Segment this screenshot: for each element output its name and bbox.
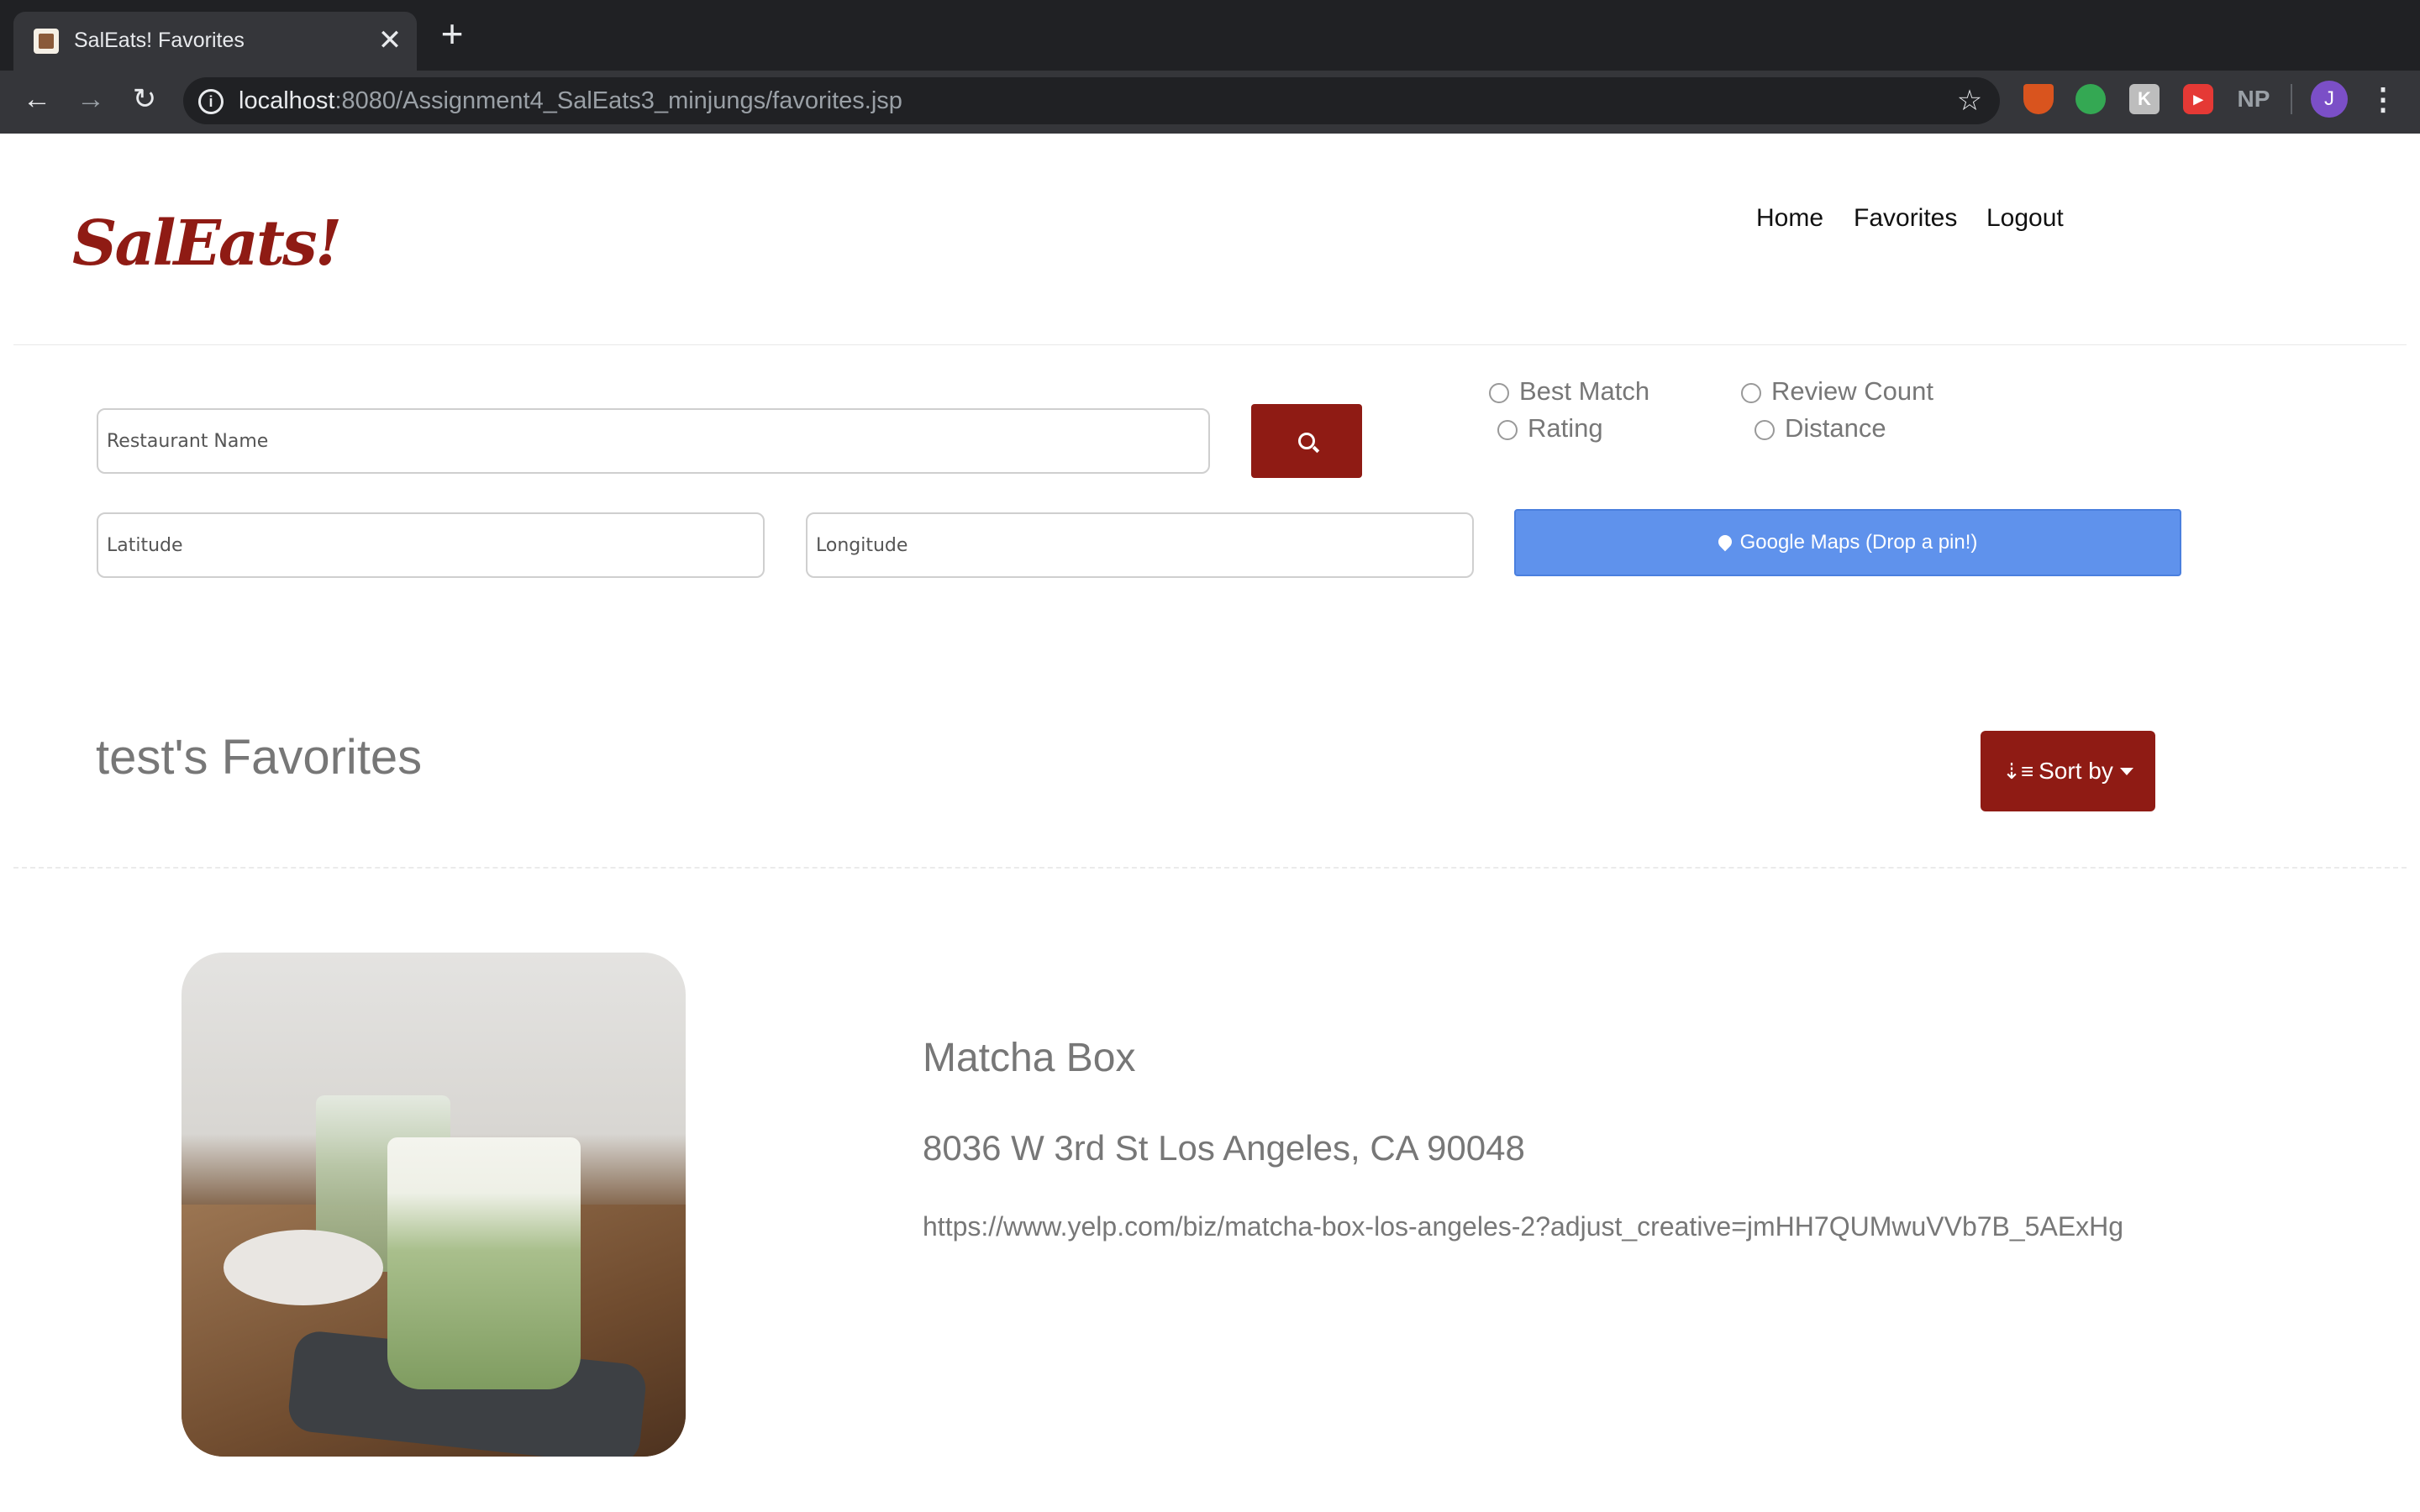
search-button[interactable] (1251, 404, 1362, 478)
k-extension-icon[interactable]: K (2129, 84, 2160, 114)
radio-label: Best Match (1519, 376, 1650, 406)
back-arrow-icon[interactable]: ← (18, 81, 55, 118)
map-pin-icon (1715, 532, 1734, 552)
sort-option-best-match[interactable]: Best Match (1489, 375, 1649, 408)
nav-favorites-link[interactable]: Favorites (1854, 202, 1957, 235)
close-tab-icon[interactable]: ✕ (375, 25, 405, 55)
radio-circle-icon[interactable] (1741, 383, 1761, 403)
google-maps-button[interactable]: Google Maps (Drop a pin!) (1514, 509, 2181, 576)
tab-title: SalEats! Favorites (74, 29, 245, 52)
sort-option-rating[interactable]: Rating (1497, 412, 1603, 445)
reload-icon[interactable]: ↻ (126, 81, 163, 118)
radio-label: Distance (1785, 413, 1886, 443)
green-extension-icon[interactable] (2075, 84, 2106, 114)
restaurant-name[interactable]: Matcha Box (923, 1033, 1135, 1084)
latitude-input[interactable] (97, 512, 765, 578)
photo-plate (224, 1230, 383, 1305)
caret-down-icon (2119, 768, 2133, 775)
sort-option-distance[interactable]: Distance (1754, 412, 1886, 445)
section-divider (13, 867, 2407, 869)
radio-circle-icon[interactable] (1497, 420, 1518, 440)
header-divider (13, 344, 2407, 345)
sort-option-review-count[interactable]: Review Count (1741, 375, 1933, 408)
toolbar-separator (2291, 84, 2292, 114)
radio-label: Rating (1528, 413, 1603, 443)
browser-menu-icon[interactable]: ⋮ (2368, 81, 2398, 118)
radio-circle-icon[interactable] (1489, 383, 1509, 403)
url-path: :8080/Assignment4_SalEats3_minjungs/favo… (334, 87, 902, 114)
radio-circle-icon[interactable] (1754, 420, 1775, 440)
restaurant-name-input[interactable] (97, 408, 1210, 474)
np-extension-icon[interactable]: NP (2235, 84, 2272, 114)
shield-extension-icon[interactable] (2023, 84, 2054, 114)
new-tab-icon[interactable]: + (434, 14, 471, 53)
restaurant-photo[interactable] (182, 953, 686, 1457)
page-title: test's Favorites (96, 730, 423, 785)
browser-chrome: SalEats! Favorites ✕ + ← → ↻ i localhost… (0, 0, 2420, 134)
site-favicon-icon (34, 29, 59, 54)
sort-amount-icon: ⇣≡ (2002, 759, 2034, 784)
search-icon (1298, 433, 1315, 449)
radio-label: Review Count (1771, 376, 1933, 406)
longitude-input[interactable] (806, 512, 1474, 578)
photo-front-cup (387, 1137, 581, 1389)
restaurant-address: 8036 W 3rd St Los Angeles, CA 90048 (923, 1128, 1525, 1168)
google-maps-button-label: Google Maps (Drop a pin!) (1739, 531, 1978, 554)
bookmark-star-icon[interactable]: ☆ (1953, 84, 1986, 118)
restaurant-url[interactable]: https://www.yelp.com/biz/matcha-box-los-… (923, 1208, 2123, 1245)
url-host: localhost (239, 87, 335, 114)
forward-arrow-icon[interactable]: → (72, 81, 109, 118)
address-bar[interactable]: i localhost:8080/Assignment4_SalEats3_mi… (183, 77, 2000, 124)
browser-tab[interactable]: SalEats! Favorites ✕ (13, 12, 417, 71)
nav-home-link[interactable]: Home (1756, 202, 1823, 235)
profile-avatar[interactable]: J (2311, 81, 2348, 118)
sort-by-button[interactable]: ⇣≡ Sort by (1981, 731, 2155, 811)
site-logo[interactable]: SalEats! (72, 202, 342, 286)
site-info-icon[interactable]: i (198, 89, 224, 114)
video-extension-icon[interactable]: ▸ (2183, 84, 2213, 114)
nav-logout-link[interactable]: Logout (1986, 202, 2064, 235)
sort-by-label: Sort by (2039, 758, 2113, 784)
url-text[interactable]: localhost:8080/Assignment4_SalEats3_minj… (239, 86, 902, 116)
tab-strip: SalEats! Favorites ✕ + (0, 0, 2420, 71)
